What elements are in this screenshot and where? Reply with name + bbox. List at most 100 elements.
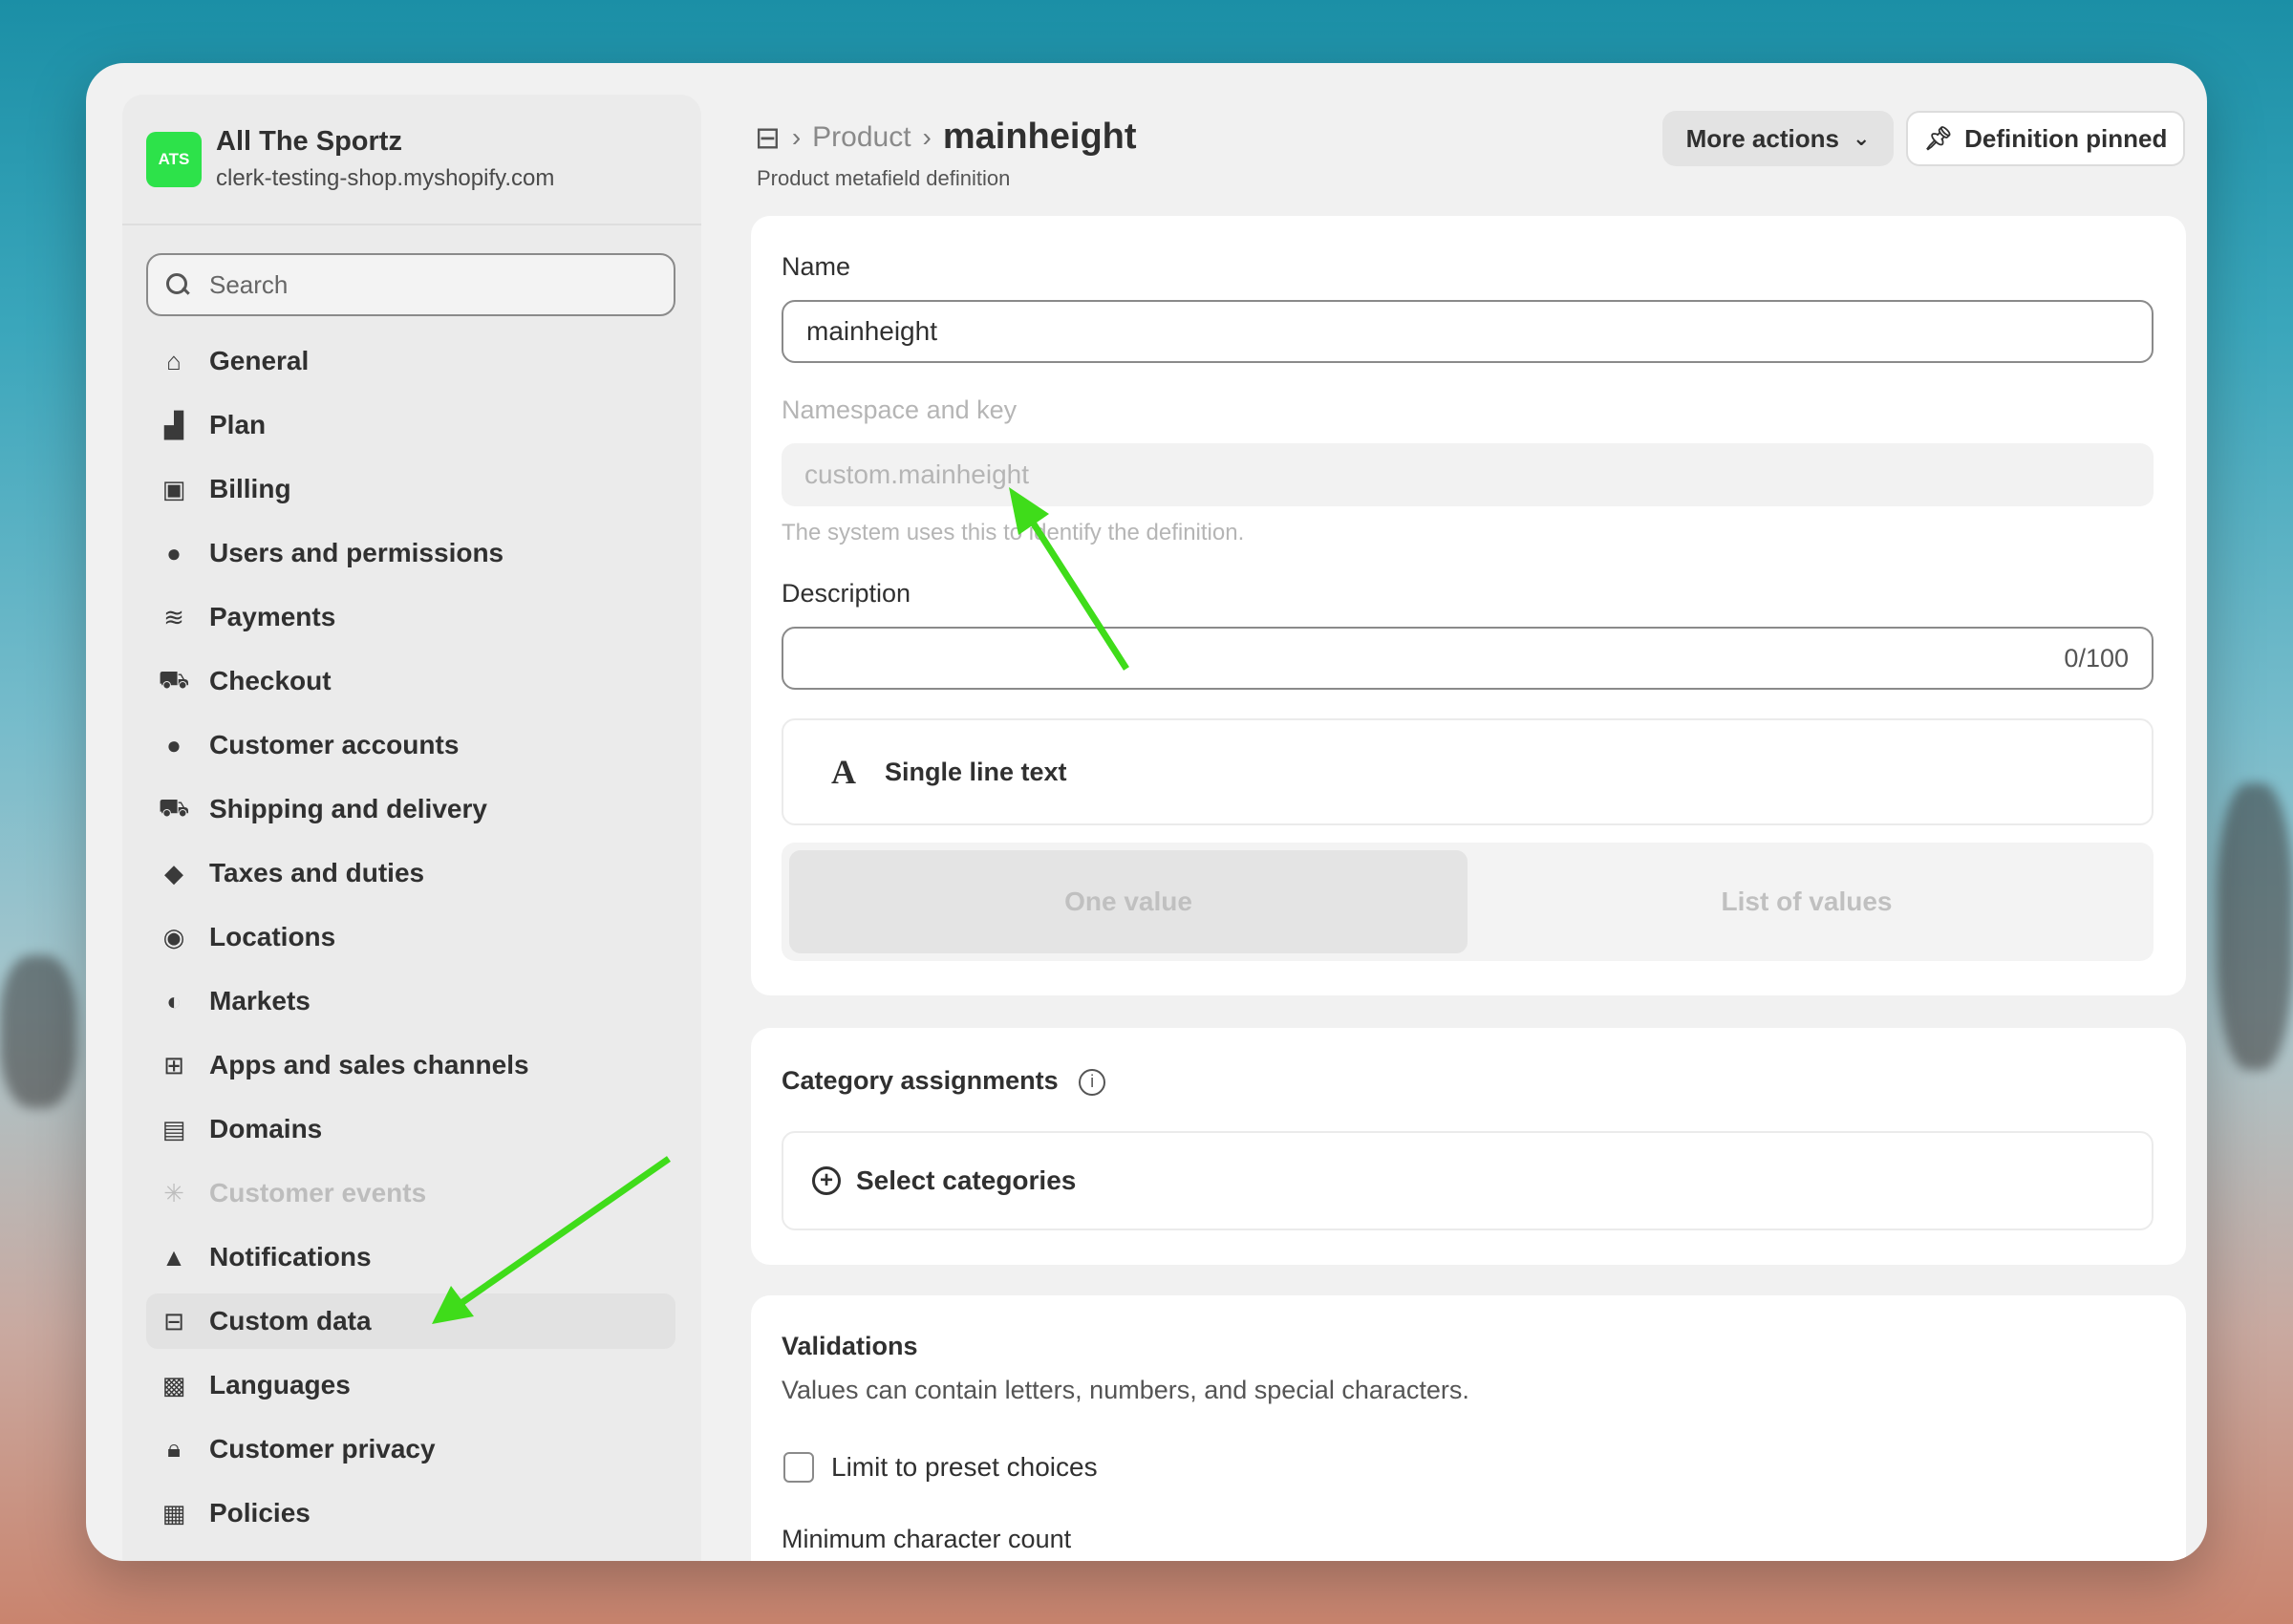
cloud [2217, 783, 2293, 1070]
sidebar-item-users[interactable]: ● Users and permissions [146, 525, 675, 581]
description-label: Description [782, 579, 911, 608]
sidebar-item-label: Billing [209, 474, 291, 503]
min-character-label: Minimum character count [782, 1525, 1072, 1553]
one-value-option[interactable]: One value [789, 850, 1468, 953]
sidebar-item-custom-data[interactable]: ⊟ Custom data [146, 1293, 675, 1349]
store-name: All The Sportz [216, 126, 402, 157]
sidebar-item-label: Languages [209, 1370, 351, 1400]
policies-icon: ▦ [161, 1498, 186, 1528]
settings-sidebar: ATS All The Sportz clerk-testing-shop.my… [122, 95, 701, 1561]
sidebar-item-taxes[interactable]: ◆ Taxes and duties [146, 845, 675, 901]
sidebar-item-customer-events[interactable]: ✳ Customer events [146, 1165, 675, 1221]
list-of-values-option[interactable]: List of values [1468, 850, 2146, 953]
sidebar-item-checkout[interactable]: ⛟ Checkout [146, 653, 675, 709]
sidebar-item-billing[interactable]: ▣ Billing [146, 461, 675, 517]
category-assignments-title: Category assignments i [782, 1066, 1106, 1096]
namespace-field: custom.mainheight [782, 443, 2154, 506]
apps-icon: ⊞ [163, 1050, 184, 1079]
value-count-toggle: One value List of values [782, 843, 2154, 961]
sidebar-item-label: Plan [209, 410, 267, 439]
more-actions-button[interactable]: More actions ⌄ [1662, 111, 1894, 166]
definition-pinned-button[interactable]: 📌︎ Definition pinned [1906, 111, 2185, 166]
sidebar-item-label: General [209, 346, 310, 375]
description-field[interactable]: 0/100 [782, 627, 2154, 690]
sidebar-item-label: Locations [209, 922, 336, 951]
limit-preset-label: Limit to preset choices [831, 1452, 1098, 1482]
type-selector[interactable]: A Single line text [782, 718, 2154, 825]
name-label: Name [782, 252, 851, 281]
page-subtitle: Product metafield definition [757, 166, 1011, 190]
sidebar-item-locations[interactable]: ◉ Locations [146, 909, 675, 965]
sidebar-item-label: Notifications [209, 1242, 372, 1271]
sidebar-item-shipping[interactable]: ⛟ Shipping and delivery [146, 781, 675, 837]
payments-icon: ≋ [163, 602, 184, 631]
namespace-value: custom.mainheight [804, 459, 1030, 489]
lock-icon: 🔒︎ [167, 1434, 181, 1463]
sidebar-item-label: Users and permissions [209, 538, 504, 567]
sidebar-item-customer-accounts[interactable]: ● Customer accounts [146, 717, 675, 773]
definition-card: Name mainheight Namespace and key custom… [751, 216, 2186, 995]
select-categories-label: Select categories [856, 1165, 1077, 1195]
sidebar-item-label: Customer events [209, 1178, 427, 1207]
globe-icon: ◐ [166, 986, 182, 1015]
sidebar-item-label: Policies [209, 1498, 311, 1528]
users-icon: ● [166, 538, 182, 567]
custom-data-icon[interactable]: ⊟ [755, 119, 781, 156]
limit-preset-checkbox[interactable] [783, 1452, 814, 1483]
info-icon[interactable]: i [1079, 1068, 1106, 1096]
store-icon: ⌂ [166, 346, 182, 375]
sidebar-item-label: Payments [209, 602, 336, 631]
store-url: clerk-testing-shop.myshopify.com [216, 165, 555, 191]
sidebar-item-label: Apps and sales channels [209, 1050, 529, 1079]
sidebar-item-domains[interactable]: ▤ Domains [146, 1101, 675, 1157]
validations-card: Validations Values can contain letters, … [751, 1295, 2186, 1561]
tax-icon: ◆ [164, 858, 183, 887]
breadcrumb: ⊟ › Product › mainheight [755, 117, 1137, 158]
sidebar-item-label: Customer privacy [209, 1434, 436, 1464]
type-label: Single line text [885, 757, 1067, 786]
sidebar-item-apps[interactable]: ⊞ Apps and sales channels [146, 1037, 675, 1093]
sidebar-item-payments[interactable]: ≋ Payments [146, 589, 675, 645]
app-window: ATS All The Sportz clerk-testing-shop.my… [86, 63, 2207, 1561]
cart-icon: ⛟ [158, 664, 190, 694]
truck-icon: ⛟ [158, 792, 190, 822]
settings-nav: ⌂ General ▟ Plan ▣ Billing ● Users and permi… [146, 333, 675, 1549]
sidebar-item-markets[interactable]: ◐ Markets [146, 973, 675, 1029]
domains-icon: ▤ [161, 1114, 186, 1143]
pin-icon: 📌︎ [1923, 125, 1954, 152]
namespace-help-text: The system uses this to identify the def… [782, 520, 1245, 545]
sidebar-item-policies[interactable]: ▦ Policies [146, 1485, 675, 1541]
name-field[interactable]: mainheight [782, 300, 2154, 363]
bell-icon: ▲ [161, 1242, 186, 1271]
store-header[interactable]: ATS All The Sportz clerk-testing-shop.my… [122, 95, 701, 225]
select-categories-button[interactable]: + Select categories [782, 1131, 2154, 1230]
sidebar-item-languages[interactable]: ▩ Languages [146, 1357, 675, 1413]
validations-description: Values can contain letters, numbers, and… [782, 1376, 1469, 1404]
sidebar-item-label: Taxes and duties [209, 858, 425, 887]
sidebar-item-label: Markets [209, 986, 311, 1015]
sidebar-item-label: Shipping and delivery [209, 794, 487, 823]
category-assignments-label: Category assignments [782, 1066, 1059, 1095]
definition-pinned-label: Definition pinned [1964, 123, 2168, 153]
search-input[interactable]: Search [146, 253, 675, 316]
store-logo: ATS [146, 131, 202, 187]
sidebar-item-label: Customer accounts [209, 730, 460, 759]
breadcrumb-product-link[interactable]: Product [812, 121, 911, 154]
sidebar-item-notifications[interactable]: ▲ Notifications [146, 1229, 675, 1285]
namespace-label: Namespace and key [782, 395, 1018, 424]
plan-icon: ▟ [164, 410, 183, 439]
sidebar-item-label: Domains [209, 1114, 323, 1143]
text-type-icon: A [831, 753, 856, 791]
location-icon: ◉ [162, 922, 185, 951]
sidebar-item-label: Custom data [209, 1306, 372, 1336]
character-counter: 0/100 [2064, 643, 2129, 673]
sidebar-item-general[interactable]: ⌂ General [146, 333, 675, 389]
search-placeholder: Search [209, 269, 289, 299]
validations-title: Validations [782, 1332, 918, 1360]
languages-icon: ▩ [161, 1370, 186, 1400]
sidebar-item-customer-privacy[interactable]: 🔒︎ Customer privacy [146, 1421, 675, 1477]
sidebar-item-plan[interactable]: ▟ Plan [146, 397, 675, 453]
chevron-right-icon: › [922, 121, 932, 152]
name-value: mainheight [806, 316, 937, 346]
person-icon: ● [166, 730, 182, 759]
